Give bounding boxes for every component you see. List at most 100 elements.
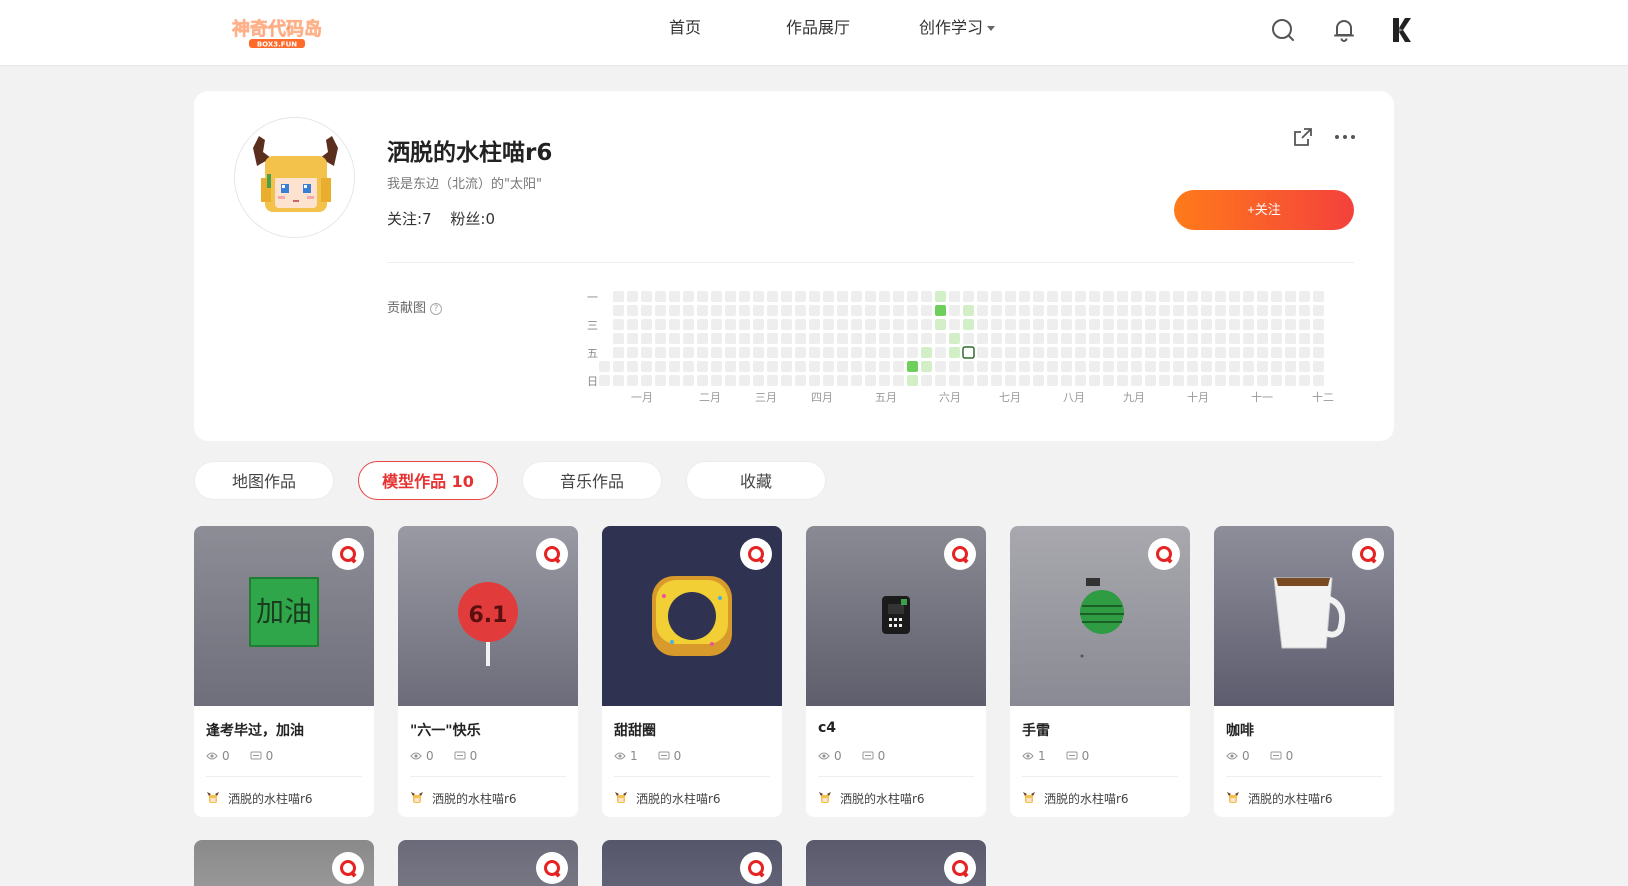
contribution-cell[interactable] xyxy=(753,347,764,358)
contribution-cell[interactable] xyxy=(627,347,638,358)
contribution-cell[interactable] xyxy=(1131,305,1142,316)
contribution-cell[interactable] xyxy=(669,361,680,372)
contribution-cell[interactable] xyxy=(963,361,974,372)
work-author[interactable]: 洒脱的水柱喵r6 xyxy=(206,789,362,807)
contribution-cell[interactable] xyxy=(697,291,708,302)
contribution-cell[interactable] xyxy=(1033,291,1044,302)
contribution-cell[interactable] xyxy=(1047,361,1058,372)
contribution-cell[interactable] xyxy=(1089,291,1100,302)
contribution-cell[interactable] xyxy=(907,319,918,330)
contribution-cell[interactable] xyxy=(795,291,806,302)
contribution-cell[interactable] xyxy=(683,347,694,358)
contribution-cell[interactable] xyxy=(865,375,876,386)
contribution-cell[interactable] xyxy=(683,361,694,372)
contribution-cell[interactable] xyxy=(697,347,708,358)
contribution-cell[interactable] xyxy=(795,305,806,316)
contribution-cell[interactable] xyxy=(921,305,932,316)
contribution-cell[interactable] xyxy=(837,333,848,344)
model-search-icon[interactable] xyxy=(332,538,364,570)
contribution-cell[interactable] xyxy=(949,347,960,358)
contribution-cell[interactable] xyxy=(711,291,722,302)
contribution-cell[interactable] xyxy=(949,291,960,302)
contribution-cell[interactable] xyxy=(907,333,918,344)
contribution-cell[interactable] xyxy=(683,333,694,344)
contribution-cell[interactable] xyxy=(1005,291,1016,302)
contribution-cell[interactable] xyxy=(1159,333,1170,344)
contribution-cell[interactable] xyxy=(1173,361,1184,372)
contribution-cell[interactable] xyxy=(1061,305,1072,316)
contribution-cell[interactable] xyxy=(1201,305,1212,316)
contribution-cell[interactable] xyxy=(837,305,848,316)
contribution-cell[interactable] xyxy=(1005,305,1016,316)
contribution-cell[interactable] xyxy=(879,361,890,372)
contribution-cell[interactable] xyxy=(767,319,778,330)
contribution-cell[interactable] xyxy=(655,333,666,344)
contribution-cell[interactable] xyxy=(739,333,750,344)
contribution-cell[interactable] xyxy=(865,319,876,330)
contribution-cell[interactable] xyxy=(1019,347,1030,358)
contribution-cell[interactable] xyxy=(1005,347,1016,358)
contribution-cell[interactable] xyxy=(781,305,792,316)
contribution-cell[interactable] xyxy=(921,375,932,386)
contribution-cell[interactable] xyxy=(935,305,946,316)
contribution-cell[interactable] xyxy=(1117,333,1128,344)
contribution-cell[interactable] xyxy=(711,319,722,330)
contribution-cell[interactable] xyxy=(851,291,862,302)
contribution-cell[interactable] xyxy=(1061,347,1072,358)
contribution-cell[interactable] xyxy=(935,333,946,344)
contribution-cell[interactable] xyxy=(627,361,638,372)
contribution-cell[interactable] xyxy=(921,291,932,302)
contribution-cell[interactable] xyxy=(669,347,680,358)
contribution-cell[interactable] xyxy=(1313,305,1324,316)
contribution-cell[interactable] xyxy=(1145,333,1156,344)
contribution-cell[interactable] xyxy=(1271,375,1282,386)
contribution-cell[interactable] xyxy=(1145,375,1156,386)
work-title[interactable]: c4 xyxy=(818,720,974,740)
contribution-cell[interactable] xyxy=(1019,361,1030,372)
contribution-cell[interactable] xyxy=(1019,319,1030,330)
contribution-cell[interactable] xyxy=(809,361,820,372)
contribution-cell[interactable] xyxy=(725,361,736,372)
contribution-cell[interactable] xyxy=(697,361,708,372)
contribution-cell[interactable] xyxy=(711,375,722,386)
contribution-cell[interactable] xyxy=(1229,319,1240,330)
contribution-cell[interactable] xyxy=(1159,291,1170,302)
contribution-cell[interactable] xyxy=(1285,319,1296,330)
contribution-cell[interactable] xyxy=(823,375,834,386)
contribution-cell[interactable] xyxy=(1257,291,1268,302)
contribution-cell[interactable] xyxy=(697,375,708,386)
nav-learn-link[interactable]: 创作学习 xyxy=(919,16,996,40)
search-icon[interactable] xyxy=(1270,17,1296,43)
contribution-cell[interactable] xyxy=(907,361,918,372)
contribution-cell[interactable] xyxy=(613,305,624,316)
contribution-cell[interactable] xyxy=(921,361,932,372)
contribution-cell[interactable] xyxy=(1173,319,1184,330)
contribution-cell[interactable] xyxy=(851,333,862,344)
contribution-cell[interactable] xyxy=(1257,361,1268,372)
contribution-cell[interactable] xyxy=(1173,347,1184,358)
contribution-cell[interactable] xyxy=(753,319,764,330)
contribution-cell[interactable] xyxy=(1131,333,1142,344)
contribution-cell[interactable] xyxy=(795,319,806,330)
contribution-cell[interactable] xyxy=(949,319,960,330)
contribution-cell[interactable] xyxy=(865,333,876,344)
contribution-cell[interactable] xyxy=(837,361,848,372)
contribution-cell[interactable] xyxy=(977,333,988,344)
contribution-cell[interactable] xyxy=(879,333,890,344)
contribution-cell[interactable] xyxy=(711,361,722,372)
contribution-cell[interactable] xyxy=(1075,347,1086,358)
model-search-icon[interactable] xyxy=(740,538,772,570)
contribution-cell[interactable] xyxy=(1075,305,1086,316)
contribution-cell[interactable] xyxy=(1103,319,1114,330)
contribution-cell[interactable] xyxy=(963,291,974,302)
contribution-cell[interactable] xyxy=(725,375,736,386)
contribution-cell[interactable] xyxy=(753,361,764,372)
contribution-cell[interactable] xyxy=(1299,361,1310,372)
contribution-cell[interactable] xyxy=(711,333,722,344)
contribution-cell[interactable] xyxy=(641,333,652,344)
contribution-cell[interactable] xyxy=(1215,305,1226,316)
work-title[interactable]: 甜甜圈 xyxy=(614,720,770,740)
contribution-cell[interactable] xyxy=(1005,319,1016,330)
contribution-cell[interactable] xyxy=(921,319,932,330)
contribution-cell[interactable] xyxy=(781,361,792,372)
